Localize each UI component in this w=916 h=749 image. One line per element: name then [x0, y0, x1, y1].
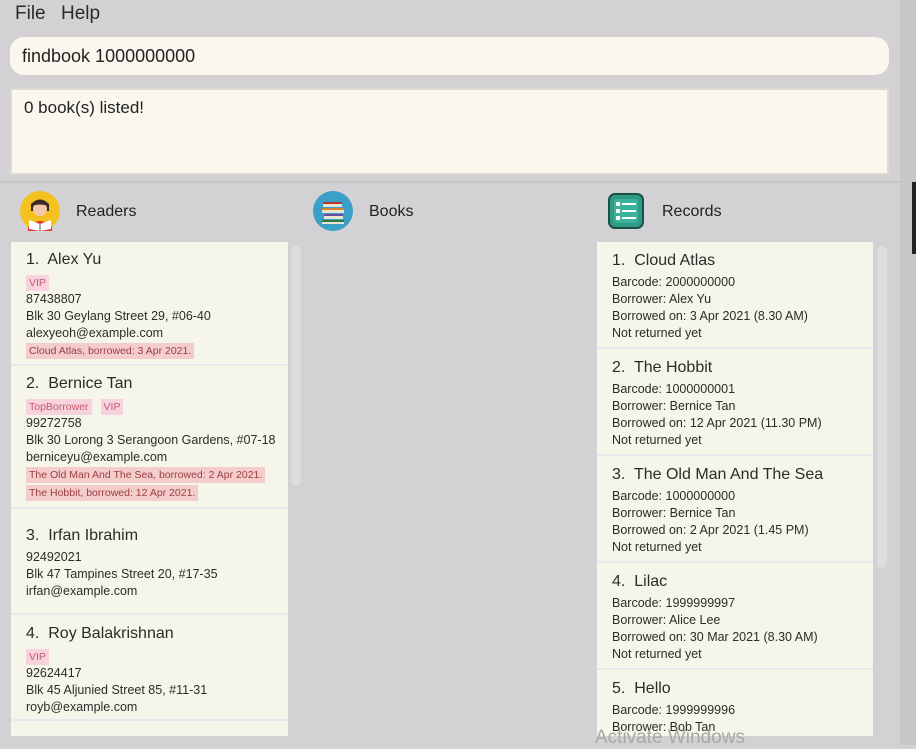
window-edge: [900, 0, 916, 745]
tag-topborrower: TopBorrower: [26, 399, 92, 415]
record-status: Not returned yet: [612, 326, 702, 340]
reader-address: Blk 47 Tampines Street 20, #17-35: [26, 567, 218, 581]
readers-scrollbar[interactable]: [291, 246, 301, 486]
record-title: 2. The Hobbit: [612, 359, 713, 376]
record-barcode: Barcode: 1999999996: [612, 703, 736, 717]
reader-phone: 92492021: [26, 550, 82, 564]
reader-phone: 92624417: [26, 666, 82, 680]
record-borrower: Borrower: Bernice Tan: [612, 399, 736, 413]
reader-name: 3. Irfan Ibrahim: [26, 527, 139, 544]
record-status: Not returned yet: [612, 540, 702, 554]
records-title: Records: [662, 203, 722, 220]
record-status: Not returned yet: [612, 433, 702, 447]
record-borrowed-on: Borrowed on: 30 Mar 2021 (8.30 AM): [612, 630, 818, 644]
reader-tags: VIP: [26, 647, 58, 665]
reader-name: 1. Alex Yu: [26, 251, 102, 268]
records-list-icon: [608, 193, 644, 229]
record-borrower: Borrower: Bernice Tan: [612, 506, 736, 520]
record-title: 3. The Old Man And The Sea: [612, 466, 824, 483]
result-message: 0 book(s) listed!: [24, 98, 144, 117]
record-card[interactable]: 1. Cloud Atlas Barcode: 2000000000 Borro…: [597, 242, 873, 349]
reader-tags: VIP: [26, 273, 58, 291]
reader-card[interactable]: 3. Irfan Ibrahim 92492021 Blk 47 Tampine…: [11, 509, 288, 615]
record-barcode: Barcode: 2000000000: [612, 275, 736, 289]
readers-title: Readers: [76, 203, 137, 220]
record-borrowed-on: Borrowed on: 3 Apr 2021 (8.30 AM): [612, 309, 808, 323]
menu-bar: File Help: [0, 0, 900, 30]
reader-name: 4. Roy Balakrishnan: [26, 625, 174, 642]
result-display: 0 book(s) listed!: [10, 88, 889, 175]
record-card[interactable]: 2. The Hobbit Barcode: 1000000001 Borrow…: [597, 349, 873, 456]
record-borrowed-on: Borrowed on: 2 Apr 2021 (1.45 PM): [612, 523, 809, 537]
records-list[interactable]: 1. Cloud Atlas Barcode: 2000000000 Borro…: [597, 242, 873, 736]
reader-card[interactable]: 1. Alex Yu VIP 87438807 Blk 30 Geylang S…: [11, 242, 288, 366]
reader-icon: [20, 191, 60, 231]
records-scrollbar[interactable]: [877, 246, 887, 568]
record-card[interactable]: 3. The Old Man And The Sea Barcode: 1000…: [597, 456, 873, 563]
tag-vip: VIP: [26, 649, 49, 665]
record-title: 5. Hello: [612, 680, 671, 697]
record-barcode: Barcode: 1999999997: [612, 596, 736, 610]
record-title: 4. Lilac: [612, 573, 668, 590]
borrowed-book: The Hobbit, borrowed: 12 Apr 2021.: [26, 485, 199, 501]
reader-address: Blk 45 Aljunied Street 85, #11-31: [26, 683, 208, 697]
reader-card[interactable]: 4. Roy Balakrishnan VIP 92624417 Blk 45 …: [11, 615, 288, 721]
reader-address: Blk 30 Lorong 3 Serangoon Gardens, #07-1…: [26, 433, 276, 447]
record-barcode: Barcode: 1000000001: [612, 382, 736, 396]
books-title: Books: [369, 203, 414, 220]
reader-email: irfan@example.com: [26, 584, 138, 598]
reader-card[interactable]: 2. Bernice Tan TopBorrower VIP 99272758 B…: [11, 366, 288, 509]
record-card[interactable]: 4. Lilac Barcode: 1999999997 Borrower: A…: [597, 563, 873, 670]
reader-phone: 99272758: [26, 416, 82, 430]
tag-vip: VIP: [26, 275, 49, 291]
window-scrollbar[interactable]: [912, 182, 916, 254]
activate-windows-watermark: Activate Windows: [595, 727, 745, 748]
readers-list[interactable]: 1. Alex Yu VIP 87438807 Blk 30 Geylang S…: [11, 242, 288, 736]
file-menu[interactable]: File: [15, 3, 46, 25]
reader-email: royb@example.com: [26, 700, 138, 714]
borrowed-book: The Old Man And The Sea, borrowed: 2 Apr…: [26, 467, 266, 483]
command-text: findbook 1000000000: [22, 46, 196, 66]
reader-tags: TopBorrower VIP: [26, 397, 132, 415]
record-borrower: Borrower: Alex Yu: [612, 292, 712, 306]
reader-address: Blk 30 Geylang Street 29, #06-40: [26, 309, 211, 323]
record-status: Not returned yet: [612, 647, 702, 661]
record-borrowed-on: Borrowed on: 12 Apr 2021 (11.30 PM): [612, 416, 822, 430]
reader-email: berniceyu@example.com: [26, 450, 168, 464]
divider: [0, 181, 900, 183]
record-barcode: Barcode: 1000000000: [612, 489, 736, 503]
reader-phone: 87438807: [26, 292, 82, 306]
tag-vip: VIP: [100, 399, 124, 415]
borrowed-book: Cloud Atlas, borrowed: 3 Apr 2021.: [26, 343, 195, 359]
command-input[interactable]: findbook 1000000000: [10, 37, 889, 75]
books-icon: [313, 191, 353, 231]
record-title: 1. Cloud Atlas: [612, 252, 716, 269]
reader-email: alexyeoh@example.com: [26, 326, 164, 340]
record-borrower: Borrower: Alice Lee: [612, 613, 721, 627]
help-menu[interactable]: Help: [61, 3, 100, 25]
reader-name: 2. Bernice Tan: [26, 375, 133, 392]
